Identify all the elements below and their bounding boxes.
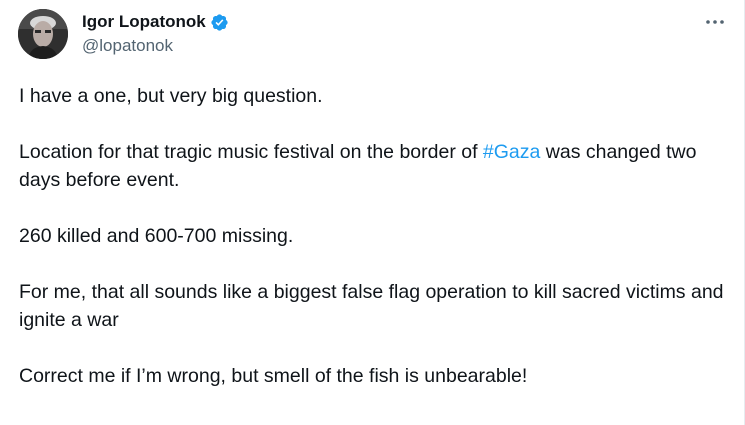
tweet-paragraph-2: Location for that tragic music festival …: [19, 138, 729, 194]
tweet-paragraph-1: I have a one, but very big question.: [19, 85, 323, 107]
verified-badge-icon[interactable]: [210, 13, 229, 32]
avatar-photo-icon: [18, 9, 68, 59]
tweet-paragraph-4: For me, that all sounds like a biggest f…: [19, 281, 724, 331]
tweet-paragraph-5: Correct me if I’m wrong, but smell of th…: [19, 365, 528, 387]
tweet-paragraph-2-text-a: Location for that tragic music festival …: [19, 141, 483, 163]
more-horizontal-icon: [706, 20, 724, 24]
tweet-paragraph-3: 260 killed and 600-700 missing.: [19, 225, 294, 247]
author-display-name[interactable]: Igor Lopatonok: [82, 12, 206, 32]
author-name-row: Igor Lopatonok: [82, 11, 229, 33]
more-options-button[interactable]: [700, 12, 730, 32]
hashtag-link[interactable]: #Gaza: [483, 141, 540, 163]
author-handle[interactable]: @lopatonok: [82, 36, 173, 56]
avatar[interactable]: [18, 9, 68, 59]
tweet-body: I have a one, but very big question. Loc…: [19, 82, 729, 418]
tweet-card: Igor Lopatonok @lopatonok I have a one, …: [0, 0, 745, 425]
